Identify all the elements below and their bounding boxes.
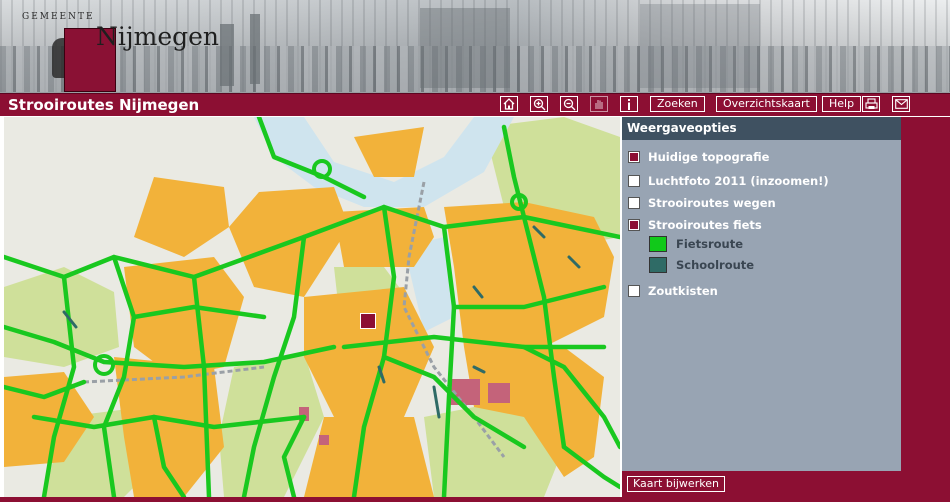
display-options-panel: Weergaveopties Huidige topografie Luchtf…: [622, 117, 901, 471]
map-view[interactable]: [4, 117, 620, 497]
legend-swatch: [649, 235, 667, 252]
update-map-button[interactable]: Kaart bijwerken: [627, 476, 725, 492]
legend-item-fietsroute: Fietsroute: [649, 235, 743, 252]
map-cursor-icon: [360, 313, 376, 329]
option-label: Huidige topografie: [648, 150, 770, 164]
logo[interactable]: GEMEENTE Nijmegen: [4, 10, 224, 92]
zoom-in-icon[interactable]: [530, 96, 548, 112]
search-button[interactable]: Zoeken: [650, 96, 705, 112]
legend-label: Fietsroute: [676, 236, 743, 251]
checkbox[interactable]: [628, 151, 640, 163]
overview-map-button[interactable]: Overzichtskaart: [716, 96, 817, 112]
legend-item-schoolroute: Schoolroute: [649, 256, 754, 273]
option-current-topography[interactable]: Huidige topografie: [628, 149, 769, 165]
info-icon[interactable]: [620, 96, 638, 112]
title-bar: Strooiroutes Nijmegen Zoeken Overzichtsk…: [0, 93, 950, 116]
option-label: Strooiroutes fiets: [648, 218, 762, 232]
banner-building: [420, 8, 510, 88]
checkbox[interactable]: [628, 197, 640, 209]
print-icon[interactable]: [862, 96, 880, 112]
panel-header: Weergaveopties: [622, 117, 901, 140]
bottom-border: [0, 497, 950, 502]
header-banner: GEMEENTE Nijmegen: [0, 0, 950, 93]
option-bike-routes[interactable]: Strooiroutes fiets: [628, 217, 762, 233]
help-button[interactable]: Help: [822, 96, 862, 112]
option-road-routes[interactable]: Strooiroutes wegen: [628, 195, 776, 211]
mail-icon[interactable]: [892, 96, 910, 112]
logo-name-text: Nijmegen: [96, 22, 220, 51]
legend-label: Schoolroute: [676, 257, 755, 272]
pan-hand-icon[interactable]: [590, 96, 608, 112]
panel-footer: Kaart bijwerken: [622, 471, 901, 497]
zoom-out-icon[interactable]: [560, 96, 578, 112]
home-icon[interactable]: [500, 96, 518, 112]
option-aerial-photo[interactable]: Luchtfoto 2011 (inzoomen!): [628, 173, 829, 189]
option-salt-boxes[interactable]: Zoutkisten: [628, 283, 718, 299]
page-title: Strooiroutes Nijmegen: [8, 96, 200, 114]
option-label: Zoutkisten: [648, 284, 718, 298]
checkbox[interactable]: [628, 285, 640, 297]
option-label: Luchtfoto 2011 (inzoomen!): [648, 174, 829, 188]
side-strip: [901, 117, 950, 497]
option-label: Strooiroutes wegen: [648, 196, 776, 210]
checkbox[interactable]: [628, 219, 640, 231]
legend-swatch: [649, 256, 667, 273]
checkbox[interactable]: [628, 175, 640, 187]
logo-gemeente-text: GEMEENTE: [22, 12, 95, 22]
banner-tower: [250, 14, 260, 84]
banner-building: [640, 4, 760, 88]
